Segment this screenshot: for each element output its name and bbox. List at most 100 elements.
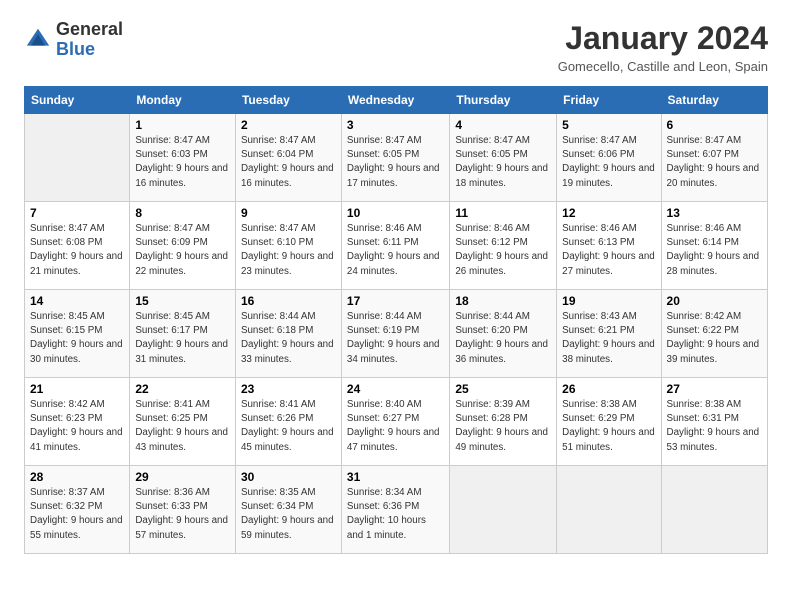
day-number: 29 — [135, 470, 230, 484]
day-number: 7 — [30, 206, 124, 220]
day-number: 22 — [135, 382, 230, 396]
week-row-4: 21 Sunrise: 8:42 AMSunset: 6:23 PMDayligh… — [25, 378, 768, 466]
day-info: Sunrise: 8:47 AMSunset: 6:05 PMDaylight:… — [455, 134, 551, 191]
header-tuesday: Tuesday — [235, 87, 341, 114]
day-number: 15 — [135, 294, 230, 308]
day-cell: 28 Sunrise: 8:37 AMSunset: 6:32 PMDayligh… — [25, 466, 130, 554]
day-number: 1 — [135, 118, 230, 132]
day-info: Sunrise: 8:39 AMSunset: 6:28 PMDaylight:… — [455, 398, 551, 455]
day-info: Sunrise: 8:46 AMSunset: 6:11 PMDaylight:… — [347, 222, 444, 279]
day-number: 31 — [347, 470, 444, 484]
day-info: Sunrise: 8:44 AMSunset: 6:19 PMDaylight:… — [347, 310, 444, 367]
day-cell: 26 Sunrise: 8:38 AMSunset: 6:29 PMDayligh… — [557, 378, 661, 466]
title-block: January 2024 Gomecello, Castille and Leo… — [558, 20, 768, 74]
day-number: 26 — [562, 382, 655, 396]
week-row-1: 1 Sunrise: 8:47 AMSunset: 6:03 PMDaylight… — [25, 114, 768, 202]
day-cell: 1 Sunrise: 8:47 AMSunset: 6:03 PMDaylight… — [130, 114, 236, 202]
day-cell: 22 Sunrise: 8:41 AMSunset: 6:25 PMDayligh… — [130, 378, 236, 466]
day-info: Sunrise: 8:45 AMSunset: 6:17 PMDaylight:… — [135, 310, 230, 367]
header-thursday: Thursday — [450, 87, 557, 114]
day-info: Sunrise: 8:44 AMSunset: 6:18 PMDaylight:… — [241, 310, 336, 367]
day-cell: 6 Sunrise: 8:47 AMSunset: 6:07 PMDaylight… — [661, 114, 767, 202]
day-cell: 12 Sunrise: 8:46 AMSunset: 6:13 PMDayligh… — [557, 202, 661, 290]
day-info: Sunrise: 8:47 AMSunset: 6:03 PMDaylight:… — [135, 134, 230, 191]
day-info: Sunrise: 8:47 AMSunset: 6:05 PMDaylight:… — [347, 134, 444, 191]
day-number: 27 — [667, 382, 762, 396]
day-info: Sunrise: 8:38 AMSunset: 6:29 PMDaylight:… — [562, 398, 655, 455]
day-cell — [450, 466, 557, 554]
day-cell: 20Sunrise: 8:42 AMSunset: 6:22 PMDayligh… — [661, 290, 767, 378]
logo-icon — [24, 26, 52, 54]
header-friday: Friday — [557, 87, 661, 114]
day-info: Sunrise: 8:34 AMSunset: 6:36 PMDaylight:… — [347, 486, 444, 543]
day-number: 13 — [667, 206, 762, 220]
day-number: 19 — [562, 294, 655, 308]
day-info: Sunrise: 8:46 AMSunset: 6:12 PMDaylight:… — [455, 222, 551, 279]
day-info: Sunrise: 8:44 AMSunset: 6:20 PMDaylight:… — [455, 310, 551, 367]
header-wednesday: Wednesday — [341, 87, 449, 114]
day-cell: 11 Sunrise: 8:46 AMSunset: 6:12 PMDayligh… — [450, 202, 557, 290]
day-number: 2 — [241, 118, 336, 132]
day-cell: 31 Sunrise: 8:34 AMSunset: 6:36 PMDayligh… — [341, 466, 449, 554]
day-cell: 17 Sunrise: 8:44 AMSunset: 6:19 PMDayligh… — [341, 290, 449, 378]
day-cell: 8 Sunrise: 8:47 AMSunset: 6:09 PMDaylight… — [130, 202, 236, 290]
day-number: 10 — [347, 206, 444, 220]
header-monday: Monday — [130, 87, 236, 114]
day-info: Sunrise: 8:47 AMSunset: 6:06 PMDaylight:… — [562, 134, 655, 191]
day-number: 18 — [455, 294, 551, 308]
location: Gomecello, Castille and Leon, Spain — [558, 59, 768, 74]
day-number: 3 — [347, 118, 444, 132]
day-info: Sunrise: 8:42 AMSunset: 6:23 PMDaylight:… — [30, 398, 124, 455]
day-cell — [557, 466, 661, 554]
day-info: Sunrise: 8:37 AMSunset: 6:32 PMDaylight:… — [30, 486, 124, 543]
day-info: Sunrise: 8:47 AMSunset: 6:08 PMDaylight:… — [30, 222, 124, 279]
day-number: 28 — [30, 470, 124, 484]
day-number: 21 — [30, 382, 124, 396]
day-cell: 16 Sunrise: 8:44 AMSunset: 6:18 PMDayligh… — [235, 290, 341, 378]
day-info: Sunrise: 8:46 AMSunset: 6:13 PMDaylight:… — [562, 222, 655, 279]
week-row-3: 14Sunrise: 8:45 AMSunset: 6:15 PMDayligh… — [25, 290, 768, 378]
week-row-2: 7 Sunrise: 8:47 AMSunset: 6:08 PMDaylight… — [25, 202, 768, 290]
day-info: Sunrise: 8:47 AMSunset: 6:07 PMDaylight:… — [667, 134, 762, 191]
day-info: Sunrise: 8:47 AMSunset: 6:09 PMDaylight:… — [135, 222, 230, 279]
day-cell: 13 Sunrise: 8:46 AMSunset: 6:14 PMDayligh… — [661, 202, 767, 290]
day-cell: 2Sunrise: 8:47 AMSunset: 6:04 PMDaylight… — [235, 114, 341, 202]
month-title: January 2024 — [558, 20, 768, 57]
header-saturday: Saturday — [661, 87, 767, 114]
logo-text: General Blue — [56, 20, 123, 60]
week-row-5: 28 Sunrise: 8:37 AMSunset: 6:32 PMDayligh… — [25, 466, 768, 554]
day-number: 16 — [241, 294, 336, 308]
day-cell: 19 Sunrise: 8:43 AMSunset: 6:21 PMDayligh… — [557, 290, 661, 378]
logo-blue: Blue — [56, 39, 95, 59]
day-info: Sunrise: 8:46 AMSunset: 6:14 PMDaylight:… — [667, 222, 762, 279]
day-info: Sunrise: 8:40 AMSunset: 6:27 PMDaylight:… — [347, 398, 444, 455]
day-number: 6 — [667, 118, 762, 132]
logo: General Blue — [24, 20, 123, 60]
day-number: 5 — [562, 118, 655, 132]
day-cell: 18 Sunrise: 8:44 AMSunset: 6:20 PMDayligh… — [450, 290, 557, 378]
day-info: Sunrise: 8:43 AMSunset: 6:21 PMDaylight:… — [562, 310, 655, 367]
header-row: SundayMondayTuesdayWednesdayThursdayFrid… — [25, 87, 768, 114]
day-number: 30 — [241, 470, 336, 484]
day-number: 9 — [241, 206, 336, 220]
day-cell: 3 Sunrise: 8:47 AMSunset: 6:05 PMDaylight… — [341, 114, 449, 202]
day-info: Sunrise: 8:47 AMSunset: 6:10 PMDaylight:… — [241, 222, 336, 279]
day-number: 12 — [562, 206, 655, 220]
day-cell: 30 Sunrise: 8:35 AMSunset: 6:34 PMDayligh… — [235, 466, 341, 554]
day-number: 11 — [455, 206, 551, 220]
day-number: 8 — [135, 206, 230, 220]
day-cell: 21 Sunrise: 8:42 AMSunset: 6:23 PMDayligh… — [25, 378, 130, 466]
day-info: Sunrise: 8:41 AMSunset: 6:25 PMDaylight:… — [135, 398, 230, 455]
day-info: Sunrise: 8:41 AMSunset: 6:26 PMDaylight:… — [241, 398, 336, 455]
day-cell: 5 Sunrise: 8:47 AMSunset: 6:06 PMDaylight… — [557, 114, 661, 202]
day-info: Sunrise: 8:35 AMSunset: 6:34 PMDaylight:… — [241, 486, 336, 543]
header-sunday: Sunday — [25, 87, 130, 114]
day-number: 23 — [241, 382, 336, 396]
day-cell — [661, 466, 767, 554]
day-cell: 7 Sunrise: 8:47 AMSunset: 6:08 PMDaylight… — [25, 202, 130, 290]
day-cell: 4Sunrise: 8:47 AMSunset: 6:05 PMDaylight… — [450, 114, 557, 202]
day-info: Sunrise: 8:36 AMSunset: 6:33 PMDaylight:… — [135, 486, 230, 543]
day-number: 17 — [347, 294, 444, 308]
day-info: Sunrise: 8:45 AMSunset: 6:15 PMDaylight:… — [30, 310, 124, 367]
day-cell — [25, 114, 130, 202]
